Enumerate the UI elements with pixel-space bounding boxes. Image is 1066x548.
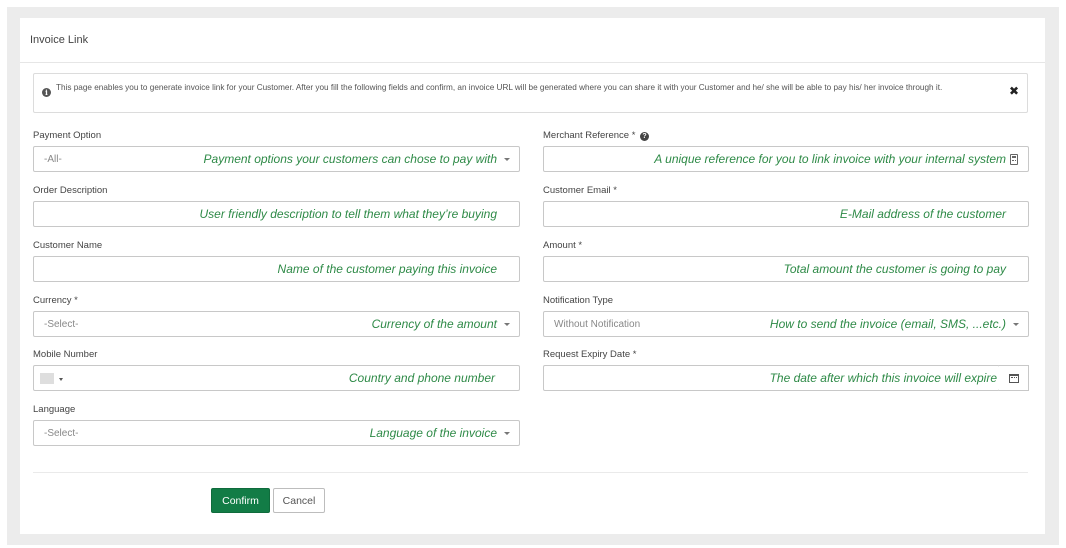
calendar-icon (1009, 374, 1019, 383)
chevron-down-icon (1013, 323, 1019, 326)
chevron-down-icon (504, 432, 510, 435)
footer-divider (33, 472, 1028, 473)
customer-name-hint: Name of the customer paying this invoice (277, 262, 497, 276)
title-divider (20, 62, 1045, 63)
payment-option-label: Payment Option (33, 130, 102, 141)
customer-email-input[interactable]: E-Mail address of the customer (543, 201, 1029, 227)
payment-option-hint: Payment options your customers can chose… (203, 152, 497, 166)
language-value: -Select- (44, 428, 79, 439)
merchant-reference-label-text: Merchant Reference * (543, 130, 636, 141)
mobile-number-hint: Country and phone number (348, 371, 495, 385)
notification-type-hint: How to send the invoice (email, SMS, ...… (769, 317, 1006, 331)
language-select[interactable]: -Select- Language of the invoice (33, 420, 520, 446)
info-alert-text: This page enables you to generate invoic… (56, 83, 943, 92)
notification-type-select[interactable]: Without Notification How to send the inv… (543, 311, 1029, 337)
amount-input[interactable]: Total amount the customer is going to pa… (543, 256, 1029, 282)
merchant-reference-input[interactable]: A unique reference for you to link invoi… (543, 146, 1029, 172)
page-title: Invoice Link (30, 34, 89, 46)
merchant-reference-hint: A unique reference for you to link invoi… (654, 152, 1006, 166)
order-description-input[interactable]: User friendly description to tell them w… (33, 201, 520, 227)
notification-type-label: Notification Type (543, 295, 614, 306)
currency-label: Currency * (33, 295, 78, 306)
request-expiry-date-label: Request Expiry Date * (543, 349, 637, 360)
customer-email-label: Customer Email * (543, 185, 617, 196)
mobile-number-input[interactable]: Country and phone number (33, 365, 520, 391)
cancel-button[interactable]: Cancel (273, 488, 325, 513)
notification-type-value: Without Notification (554, 319, 641, 330)
currency-value: -Select- (44, 319, 79, 330)
close-icon[interactable]: ✖ (1009, 85, 1019, 97)
language-label: Language (33, 404, 76, 415)
customer-email-hint: E-Mail address of the customer (839, 207, 1006, 221)
request-expiry-date-input[interactable]: The date after which this invoice will e… (543, 365, 1000, 391)
help-icon[interactable]: ? (640, 132, 650, 141)
order-description-hint: User friendly description to tell them w… (199, 207, 497, 221)
language-hint: Language of the invoice (369, 426, 497, 440)
customer-name-input[interactable]: Name of the customer paying this invoice (33, 256, 520, 282)
chevron-down-icon (504, 158, 510, 161)
payment-option-select[interactable]: -All- Payment options your customers can… (33, 146, 520, 172)
payment-option-value: -All- (44, 154, 62, 165)
mobile-number-label: Mobile Number (33, 349, 98, 360)
chevron-down-icon[interactable] (59, 378, 63, 381)
amount-label: Amount * (543, 240, 583, 251)
calculator-icon[interactable] (1010, 154, 1018, 165)
country-flag-icon[interactable] (40, 373, 54, 384)
confirm-button[interactable]: Confirm (211, 488, 270, 513)
chevron-down-icon (504, 323, 510, 326)
merchant-reference-label: Merchant Reference * ? (543, 130, 650, 141)
date-picker-button[interactable] (999, 365, 1029, 391)
request-expiry-date-hint: The date after which this invoice will e… (769, 371, 997, 385)
currency-select[interactable]: -Select- Currency of the amount (33, 311, 520, 337)
customer-name-label: Customer Name (33, 240, 103, 251)
order-description-label: Order Description (33, 185, 108, 196)
currency-hint: Currency of the amount (371, 317, 497, 331)
amount-hint: Total amount the customer is going to pa… (783, 262, 1006, 276)
info-circle-icon: i (42, 88, 51, 97)
info-alert: i This page enables you to generate invo… (33, 73, 1028, 113)
